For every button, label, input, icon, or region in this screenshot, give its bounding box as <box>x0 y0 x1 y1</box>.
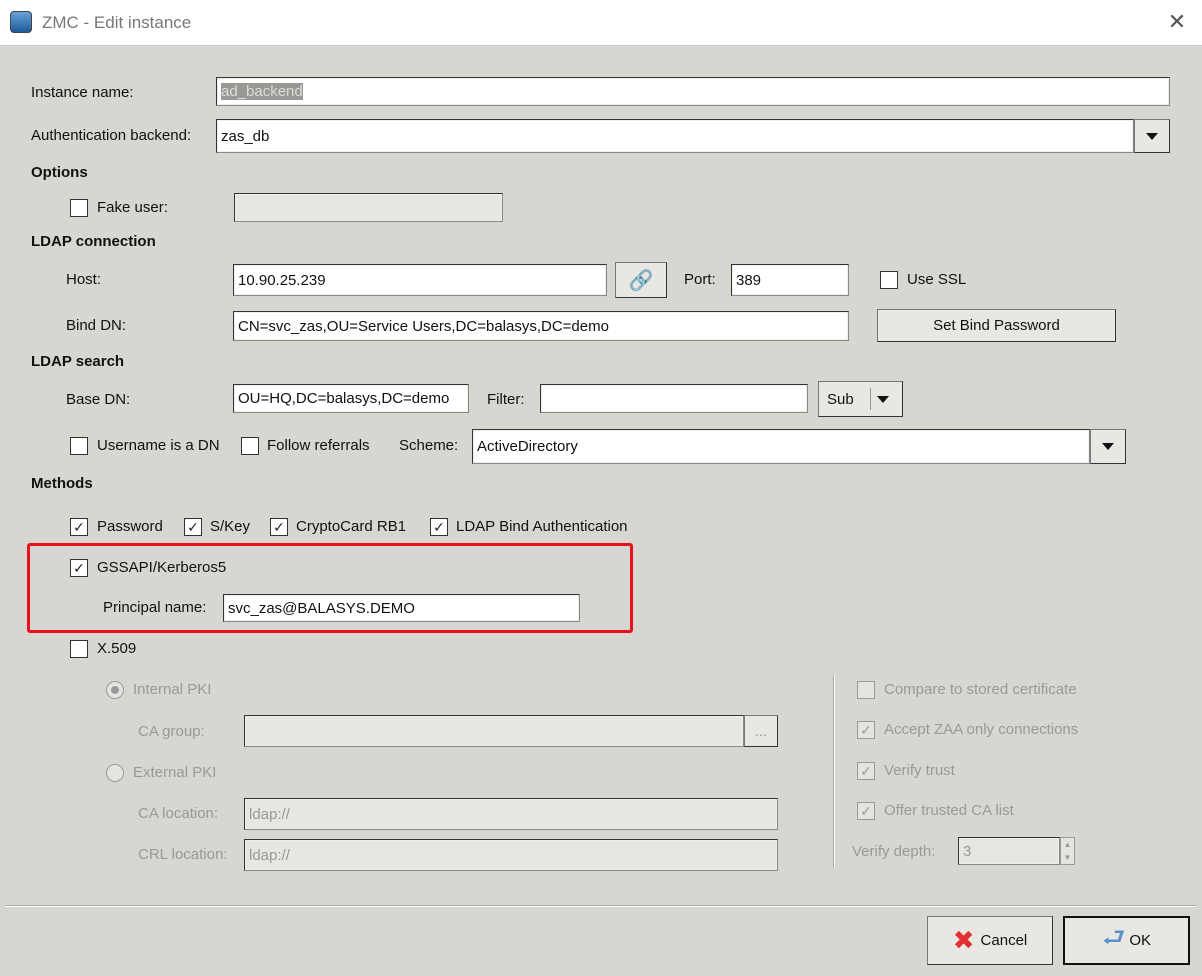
auth-backend-dropdown-button[interactable] <box>1134 119 1170 153</box>
scope-select[interactable]: Sub <box>818 381 903 417</box>
gssapi-label: GSSAPI/Kerberos5 <box>97 559 227 576</box>
footer-separator <box>6 905 1196 907</box>
external-pki-radio[interactable] <box>106 764 124 782</box>
close-icon[interactable]: ✕ <box>1164 8 1190 36</box>
link-button[interactable]: 🔗 <box>615 262 667 298</box>
host-label: Host: <box>66 271 102 288</box>
principal-name-input[interactable]: svc_zas@BALASYS.DEMO <box>223 594 580 622</box>
window-title: ZMC - Edit instance <box>42 13 192 32</box>
internal-pki-label: Internal PKI <box>133 681 212 698</box>
offer-ca-label: Offer trusted CA list <box>884 802 1014 819</box>
methods-heading: Methods <box>31 475 93 492</box>
accept-zaa-checkbox[interactable]: ✓ <box>857 721 875 739</box>
ca-location-input[interactable]: ldap:// <box>244 798 778 830</box>
cryptocard-label: CryptoCard RB1 <box>296 518 407 535</box>
enter-arrow-icon: ⮐ <box>1101 921 1126 952</box>
use-ssl-label: Use SSL <box>907 271 967 288</box>
ok-label: OK <box>1129 932 1152 949</box>
crl-location-label: CRL location: <box>138 846 228 863</box>
fake-user-checkbox[interactable] <box>70 199 88 217</box>
auth-backend-select[interactable]: zas_db <box>216 119 1134 153</box>
ca-group-select[interactable] <box>244 715 744 747</box>
scheme-dropdown-button[interactable] <box>1090 429 1126 464</box>
skey-checkbox[interactable]: ✓ <box>184 518 202 536</box>
bind-dn-input[interactable]: CN=svc_zas,OU=Service Users,DC=balasys,D… <box>233 311 849 341</box>
verify-depth-label: Verify depth: <box>852 843 936 860</box>
vertical-separator <box>833 675 835 868</box>
gssapi-checkbox[interactable]: ✓ <box>70 559 88 577</box>
chevron-down-icon <box>1146 132 1158 140</box>
auth-backend-label: Authentication backend: <box>31 127 192 144</box>
fake-user-label: Fake user: <box>97 199 168 216</box>
compare-stored-label: Compare to stored certificate <box>884 681 1077 698</box>
set-bind-password-button[interactable]: Set Bind Password <box>877 309 1116 342</box>
options-heading: Options <box>31 164 88 181</box>
offer-ca-checkbox[interactable]: ✓ <box>857 802 875 820</box>
follow-referrals-label: Follow referrals <box>267 437 370 454</box>
cancel-button[interactable]: ✖ Cancel <box>927 916 1053 965</box>
verify-trust-label: Verify trust <box>884 762 955 779</box>
chevron-down-icon <box>876 395 889 403</box>
ldap-bind-checkbox[interactable]: ✓ <box>430 518 448 536</box>
username-is-dn-checkbox[interactable] <box>70 437 88 455</box>
chevron-down-icon <box>1102 443 1114 450</box>
crl-location-input[interactable]: ldap:// <box>244 839 778 871</box>
username-is-dn-label: Username is a DN <box>97 437 220 454</box>
scope-value: Sub <box>827 390 854 408</box>
follow-referrals-checkbox[interactable] <box>241 437 259 455</box>
x509-checkbox[interactable] <box>70 640 88 658</box>
filter-label: Filter: <box>487 391 525 408</box>
internal-pki-radio[interactable] <box>106 681 124 699</box>
ldap-connection-heading: LDAP connection <box>31 233 156 250</box>
password-label: Password <box>97 518 163 535</box>
principal-name-label: Principal name: <box>103 599 207 616</box>
ok-button[interactable]: ⮐ OK <box>1063 916 1190 965</box>
cryptocard-checkbox[interactable]: ✓ <box>270 518 288 536</box>
port-input[interactable]: 389 <box>731 264 849 296</box>
ca-group-browse-button[interactable]: ... <box>744 715 778 747</box>
scheme-label: Scheme: <box>399 437 459 454</box>
base-dn-label: Base DN: <box>66 391 131 408</box>
base-dn-input[interactable]: OU=HQ,DC=balasys,DC=demo <box>233 384 469 413</box>
host-input[interactable]: 10.90.25.239 <box>233 264 607 296</box>
x509-label: X.509 <box>97 640 137 657</box>
filter-input[interactable] <box>540 384 808 413</box>
scheme-select[interactable]: ActiveDirectory <box>472 429 1090 464</box>
cancel-x-icon: ✖ <box>952 925 975 955</box>
fake-user-input[interactable] <box>234 193 503 222</box>
instance-name-label: Instance name: <box>31 84 134 101</box>
bind-dn-label: Bind DN: <box>66 317 127 334</box>
verify-depth-spinbox[interactable]: 3 <box>958 837 1060 865</box>
external-pki-label: External PKI <box>133 764 217 781</box>
ldap-search-heading: LDAP search <box>31 353 125 370</box>
instance-name-input[interactable]: ad_backend <box>216 77 1170 106</box>
ldap-bind-label: LDAP Bind Authentication <box>456 518 628 535</box>
link-icon: 🔗 <box>628 269 654 292</box>
ca-group-label: CA group: <box>138 723 205 740</box>
use-ssl-checkbox[interactable] <box>880 271 898 289</box>
skey-label: S/Key <box>210 518 251 535</box>
accept-zaa-label: Accept ZAA only connections <box>884 721 1079 738</box>
spinbox-arrows[interactable]: ▲ ▼ <box>1060 837 1075 865</box>
port-label: Port: <box>684 271 716 288</box>
compare-stored-checkbox[interactable] <box>857 681 875 699</box>
app-icon <box>10 11 32 33</box>
password-checkbox[interactable]: ✓ <box>70 518 88 536</box>
cancel-label: Cancel <box>980 932 1028 949</box>
verify-trust-checkbox[interactable]: ✓ <box>857 762 875 780</box>
ca-location-label: CA location: <box>138 805 219 822</box>
instance-name-value: ad_backend <box>221 83 303 100</box>
